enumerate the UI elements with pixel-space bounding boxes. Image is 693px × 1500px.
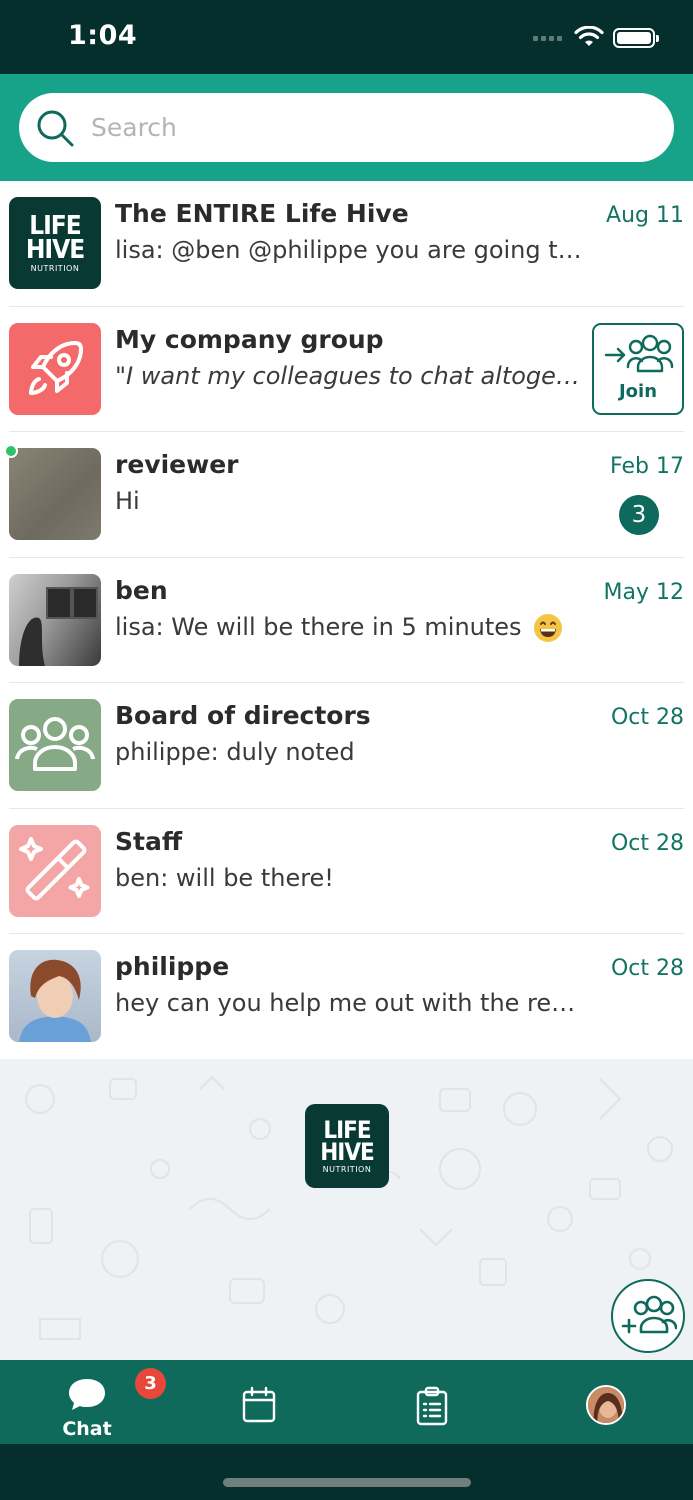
- lifehive-logo: LIFE HIVE NUTRITION: [305, 1104, 389, 1188]
- chat-date: Oct 28: [610, 956, 684, 981]
- tab-label: Chat: [62, 1418, 112, 1440]
- join-group-icon: [604, 334, 674, 372]
- chat-row[interactable]: LIFE HIVE NUTRITION The ENTIRE Life Hive…: [0, 181, 693, 307]
- chat-bubble-icon: [69, 1379, 105, 1410]
- search-bar: [0, 74, 693, 181]
- chat-date: Oct 28: [610, 830, 684, 856]
- chat-date: May 12: [603, 579, 684, 605]
- chat-preview: Hi: [115, 487, 140, 515]
- logo-sub: NUTRITION: [322, 1164, 372, 1174]
- chat-title: ben: [115, 575, 168, 605]
- chat-row[interactable]: philippe hey can you help me out with th…: [0, 934, 693, 1060]
- wifi-icon: [574, 26, 604, 46]
- chat-title: reviewer: [115, 450, 239, 479]
- chat-row[interactable]: Staff ben: will be there! Oct 28: [0, 809, 693, 934]
- battery-icon: [613, 28, 659, 48]
- chat-date: Oct 28: [610, 705, 684, 730]
- avatar: [9, 573, 101, 666]
- chat-preview: lisa: We will be there in 5 minutes: [115, 612, 522, 641]
- unread-badge: 3: [619, 495, 659, 535]
- magic-wand-icon: [9, 824, 101, 917]
- chat-list: LIFE HIVE NUTRITION The ENTIRE Life Hive…: [0, 181, 693, 1060]
- add-group-icon: [621, 1295, 677, 1334]
- new-group-button[interactable]: [611, 1279, 685, 1353]
- calendar-icon: [242, 1386, 276, 1423]
- chat-preview: hey can you help me out with the report?: [115, 989, 583, 1017]
- chat-title: Staff: [115, 826, 183, 856]
- rocket-icon: [9, 322, 101, 415]
- search-icon: [37, 110, 74, 147]
- logo-sub: NUTRITION: [30, 263, 80, 273]
- chat-date: Feb 17: [610, 454, 684, 479]
- grinning-face-icon: [534, 613, 563, 642]
- logo-line1: LIFE: [29, 210, 82, 241]
- profile-avatar[interactable]: [586, 1385, 626, 1425]
- chat-preview: "I want my colleagues to chat altogeth..…: [115, 361, 583, 390]
- group-icon: [9, 699, 101, 791]
- chat-preview: lisa: @ben @philippe you are going to li…: [115, 236, 583, 264]
- logo-line2: HIVE: [320, 1137, 375, 1166]
- status-time: 1:04: [68, 20, 138, 51]
- join-label: Join: [618, 380, 658, 402]
- chat-title: My company group: [115, 324, 384, 354]
- join-button[interactable]: Join: [592, 322, 684, 415]
- avatar: [9, 448, 101, 540]
- chat-row[interactable]: ben lisa: We will be there in 5 minutes …: [0, 558, 693, 683]
- online-indicator: [4, 444, 18, 458]
- tab-tasks[interactable]: [372, 1360, 492, 1444]
- avatar: [9, 950, 101, 1042]
- search-box[interactable]: [19, 93, 674, 162]
- logo-line2: HIVE: [25, 234, 85, 265]
- chat-preview-wrap: lisa: We will be there in 5 minutes: [115, 613, 563, 643]
- tab-chat[interactable]: Chat: [27, 1360, 147, 1444]
- chat-title: philippe: [115, 952, 230, 981]
- clipboard-icon: [416, 1386, 448, 1426]
- home-indicator-bar: [0, 1444, 693, 1500]
- status-bar: 1:04: [0, 0, 693, 74]
- cellular-signal-icon: [533, 36, 562, 41]
- chat-row[interactable]: reviewer Hi Feb 17 3: [0, 432, 693, 558]
- chat-background: LIFE HIVE NUTRITION: [0, 1059, 693, 1360]
- chat-row[interactable]: Board of directors philippe: duly noted …: [0, 683, 693, 809]
- tab-calendar[interactable]: [199, 1360, 319, 1444]
- chat-row[interactable]: My company group "I want my colleagues t…: [0, 307, 693, 432]
- chat-date: Aug 11: [606, 203, 684, 228]
- home-indicator[interactable]: [223, 1478, 471, 1487]
- chat-title: Board of directors: [115, 701, 371, 730]
- tab-bar: Chat 3: [0, 1360, 693, 1444]
- chat-unread-badge: 3: [135, 1368, 166, 1399]
- lifehive-logo: LIFE HIVE NUTRITION: [9, 197, 101, 289]
- chat-preview: philippe: duly noted: [115, 738, 355, 766]
- chat-title: The ENTIRE Life Hive: [115, 199, 409, 228]
- chat-preview: ben: will be there!: [115, 863, 334, 892]
- search-input[interactable]: [91, 105, 651, 149]
